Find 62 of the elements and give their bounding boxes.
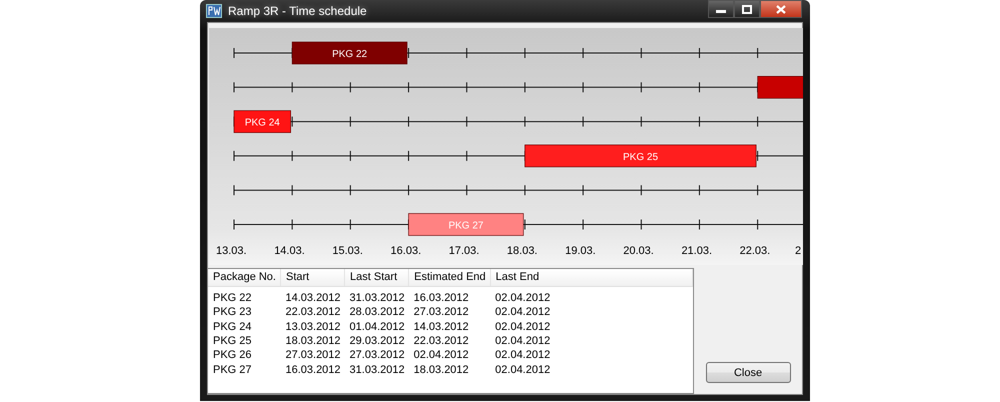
minimize-button[interactable]	[708, 0, 734, 18]
table-cell-text: 02.04.2012	[494, 334, 552, 348]
date-label: 14.03.	[274, 245, 305, 257]
date-label: 15.03.	[332, 245, 363, 257]
table-cell-text: 02.04.2012	[494, 362, 552, 377]
table-cell: 16.03.2012	[408, 286, 490, 306]
table-cell-text: 02.04.2012	[494, 348, 552, 362]
table-cell: 02.04.2012	[490, 286, 692, 306]
date-label: 13.03.	[216, 245, 247, 257]
table-cell-text: 28.03.2012	[348, 305, 406, 320]
task-bar[interactable]	[757, 76, 803, 99]
table-cell-text: 18.03.2012	[284, 334, 342, 348]
table-cell-text: 02.04.2012	[412, 348, 470, 362]
close-icon	[776, 4, 786, 14]
table-cell-text: PKG 25	[212, 334, 253, 348]
date-label: 18.03.	[506, 245, 538, 257]
task-label: PKG 27	[448, 220, 484, 232]
task-label: PKG 25	[623, 152, 658, 163]
date-label: 17.03.	[448, 245, 480, 257]
table-cell-text: PKG 26	[212, 348, 253, 362]
maximize-icon	[742, 4, 752, 14]
table-cell: 14.03.2012	[280, 286, 345, 306]
date-label: 21.03.	[681, 245, 712, 257]
table-cell-text: PKG 24	[212, 320, 253, 334]
table-cell-text: 14.03.2012	[412, 320, 470, 334]
close-dialog-button[interactable]: Close	[706, 362, 790, 383]
date-label: 22.03.	[740, 245, 770, 257]
table-cell-text: 29.03.2012	[348, 334, 406, 348]
close-button[interactable]	[760, 0, 802, 18]
task-bar[interactable]	[408, 213, 524, 236]
table-cell-text: 02.04.2012	[494, 305, 552, 320]
app-icon	[206, 4, 222, 18]
column-header[interactable]: Estimated End	[408, 269, 490, 286]
column-header[interactable]: Start	[280, 269, 345, 286]
maximize-button[interactable]	[734, 0, 760, 18]
date-label: 16.03.	[390, 245, 422, 257]
column-header[interactable]: Package No.	[208, 269, 280, 286]
table-cell-text: 22.03.2012	[412, 334, 470, 348]
task-bar[interactable]	[292, 42, 408, 64]
table-cell-text: 16.03.2012	[284, 362, 342, 377]
table-cell-text: 18.03.2012	[412, 362, 470, 377]
column-header[interactable]: Last End	[490, 269, 692, 286]
window-title: Ramp 3R - Time schedule	[228, 4, 368, 18]
table-cell: PKG 22	[208, 286, 280, 306]
table-cell-text: 27.03.2012	[348, 348, 406, 362]
table-cell-text: 22.03.2012	[284, 305, 342, 320]
task-label: PKG 22	[332, 49, 368, 60]
column-header[interactable]: Last Start	[344, 269, 409, 286]
table-cell-text: PKG 23	[212, 305, 253, 320]
table-cell-text: 02.04.2012	[494, 320, 552, 334]
table-cell: 31.03.2012	[344, 286, 409, 306]
table-cell-text: 27.03.2012	[284, 348, 342, 362]
table-cell-text: 13.03.2012	[284, 320, 342, 334]
date-label: 20.03.	[623, 245, 654, 257]
date-label: 2	[795, 245, 802, 257]
task-bar[interactable]	[234, 110, 291, 133]
table-cell-text: PKG 27	[212, 362, 253, 377]
table-cell-text: 27.03.2012	[412, 305, 470, 320]
table-cell-text: 01.04.2012	[348, 320, 406, 334]
table-cell-text: 31.03.2012	[348, 362, 406, 377]
task-label: PKG 24	[244, 118, 280, 129]
date-label: 19.03.	[565, 245, 596, 257]
